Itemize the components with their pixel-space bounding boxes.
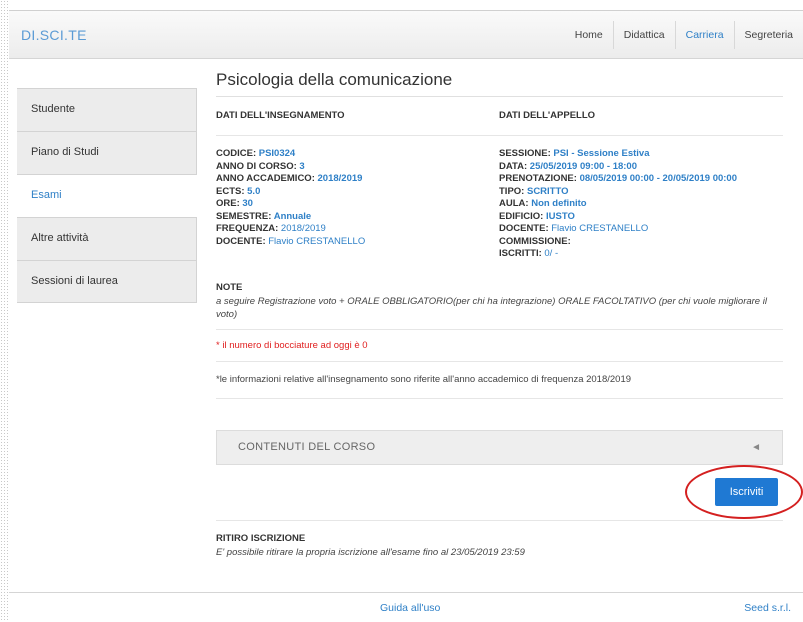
- main-content: Psicologia della comunicazione DATI DELL…: [216, 70, 803, 558]
- nav-home[interactable]: Home: [565, 21, 613, 49]
- failure-count-warning: * il numero di bocciature ad oggi è 0: [216, 330, 783, 362]
- codice-row: CODICE: PSI0324: [216, 148, 296, 159]
- edificio-row: EDIFICIO: IUSTO: [499, 210, 575, 222]
- ects-value: 5.0: [247, 185, 261, 197]
- nav-didattica[interactable]: Didattica: [612, 21, 675, 49]
- ore-value: 30: [242, 198, 253, 209]
- data-row: DATA: 25/05/2019 09:00 - 18:00: [499, 160, 638, 172]
- section-headings: DATI DELL'INSEGNAMENTO DATI DELL'APPELLO: [216, 110, 783, 136]
- details-columns: CODICE: PSI0324 ANNO DI CORSO: 3 ANNO AC…: [216, 148, 783, 261]
- edificio-value: IUSTO: [545, 210, 575, 222]
- iscritti-row: ISCRITTI: 0/ -: [499, 248, 559, 259]
- nav-segreteria[interactable]: Segreteria: [733, 21, 803, 49]
- tipo-value: SCRITTO: [526, 185, 569, 197]
- enroll-row: Iscriviti: [216, 464, 803, 521]
- codice-value: PSI0324: [258, 148, 296, 159]
- prenotazione-row: PRENOTAZIONE: 08/05/2019 00:00 - 20/05/2…: [499, 173, 737, 184]
- semestre-value: Annuale: [273, 210, 312, 222]
- exam-docente-row: DOCENTE: Flavio CRESTANELLO: [499, 223, 649, 234]
- sidebar-item-piano-di-studi[interactable]: Piano di Studi: [17, 131, 197, 174]
- sidebar-item-sessioni-di-laurea[interactable]: Sessioni di laurea: [17, 260, 197, 303]
- footer: Guida all'uso Seed s.r.l.: [9, 593, 803, 622]
- anno-accademico-value: 2018/2019: [317, 173, 363, 184]
- accordion-title: CONTENUTI DEL CORSO: [238, 441, 376, 453]
- top-nav: Home Didattica Carriera Segreteria: [565, 21, 803, 49]
- docente-link[interactable]: Flavio CRESTANELLO: [268, 236, 365, 247]
- brand-logo[interactable]: DI.SCI.TE: [21, 27, 87, 43]
- sidebar-item-altre-attivita[interactable]: Altre attività: [17, 217, 197, 260]
- footer-company-link[interactable]: Seed s.r.l.: [744, 602, 791, 614]
- exam-details: SESSIONE: PSI - Sessione Estiva DATA: 25…: [499, 148, 782, 261]
- data-value: 25/05/2019 09:00 - 18:00: [529, 160, 638, 172]
- teaching-details: CODICE: PSI0324 ANNO DI CORSO: 3 ANNO AC…: [216, 148, 499, 261]
- academic-year-info: *le informazioni relative all'insegnamen…: [216, 362, 783, 399]
- note-label: NOTE: [216, 281, 243, 293]
- exam-heading: DATI DELL'APPELLO: [499, 110, 596, 121]
- anno-accademico-row: ANNO ACCADEMICO: 2018/2019: [216, 173, 363, 184]
- sessione-value: PSI - Sessione Estiva: [553, 148, 650, 159]
- page-title: Psicologia della comunicazione: [216, 70, 783, 97]
- header-bar: DI.SCI.TE Home Didattica Carriera Segret…: [9, 11, 803, 59]
- course-contents-accordion[interactable]: CONTENUTI DEL CORSO ◄: [216, 429, 783, 465]
- caret-left-icon: ◄: [751, 441, 761, 453]
- anno-corso-row: ANNO DI CORSO: 3: [216, 160, 305, 172]
- nav-carriera[interactable]: Carriera: [674, 21, 734, 49]
- note-text: a seguire Registrazione voto + ORALE OBB…: [216, 295, 783, 330]
- frequenza-row: FREQUENZA: 2018/2019: [216, 223, 326, 234]
- aula-value: Non definito: [531, 198, 587, 209]
- sidebar-item-esami[interactable]: Esami: [17, 174, 197, 217]
- withdraw-label: RITIRO ISCRIZIONE: [216, 532, 306, 544]
- footer-guide-link[interactable]: Guida all'uso: [380, 602, 440, 614]
- page-edge-strip: [0, 0, 9, 622]
- docente-row: DOCENTE: Flavio CRESTANELLO: [216, 235, 366, 247]
- iscritti-value: 0/ -: [544, 248, 559, 259]
- exam-docente-link[interactable]: Flavio CRESTANELLO: [551, 223, 648, 234]
- withdraw-text: E' possibile ritirare la propria iscrizi…: [216, 546, 525, 558]
- semestre-row: SEMESTRE: Annuale: [216, 210, 312, 222]
- anno-corso-value: 3: [299, 160, 305, 172]
- sessione-row: SESSIONE: PSI - Sessione Estiva: [499, 148, 650, 159]
- highlight-circle: [685, 464, 803, 519]
- aula-row: AULA: Non definito: [499, 198, 587, 209]
- commissione-row: COMMISSIONE:: [499, 235, 571, 247]
- tipo-row: TIPO: SCRITTO: [499, 185, 569, 197]
- teaching-heading: DATI DELL'INSEGNAMENTO: [216, 110, 345, 121]
- sidebar-item-studente[interactable]: Studente: [17, 88, 197, 131]
- frequenza-value: 2018/2019: [280, 223, 326, 234]
- sidebar: Studente Piano di Studi Esami Altre atti…: [17, 88, 197, 303]
- ore-row: ORE: 30: [216, 198, 253, 209]
- prenotazione-value: 08/05/2019 00:00 - 20/05/2019 00:00: [579, 173, 737, 184]
- ects-row: ECTS: 5.0: [216, 185, 261, 197]
